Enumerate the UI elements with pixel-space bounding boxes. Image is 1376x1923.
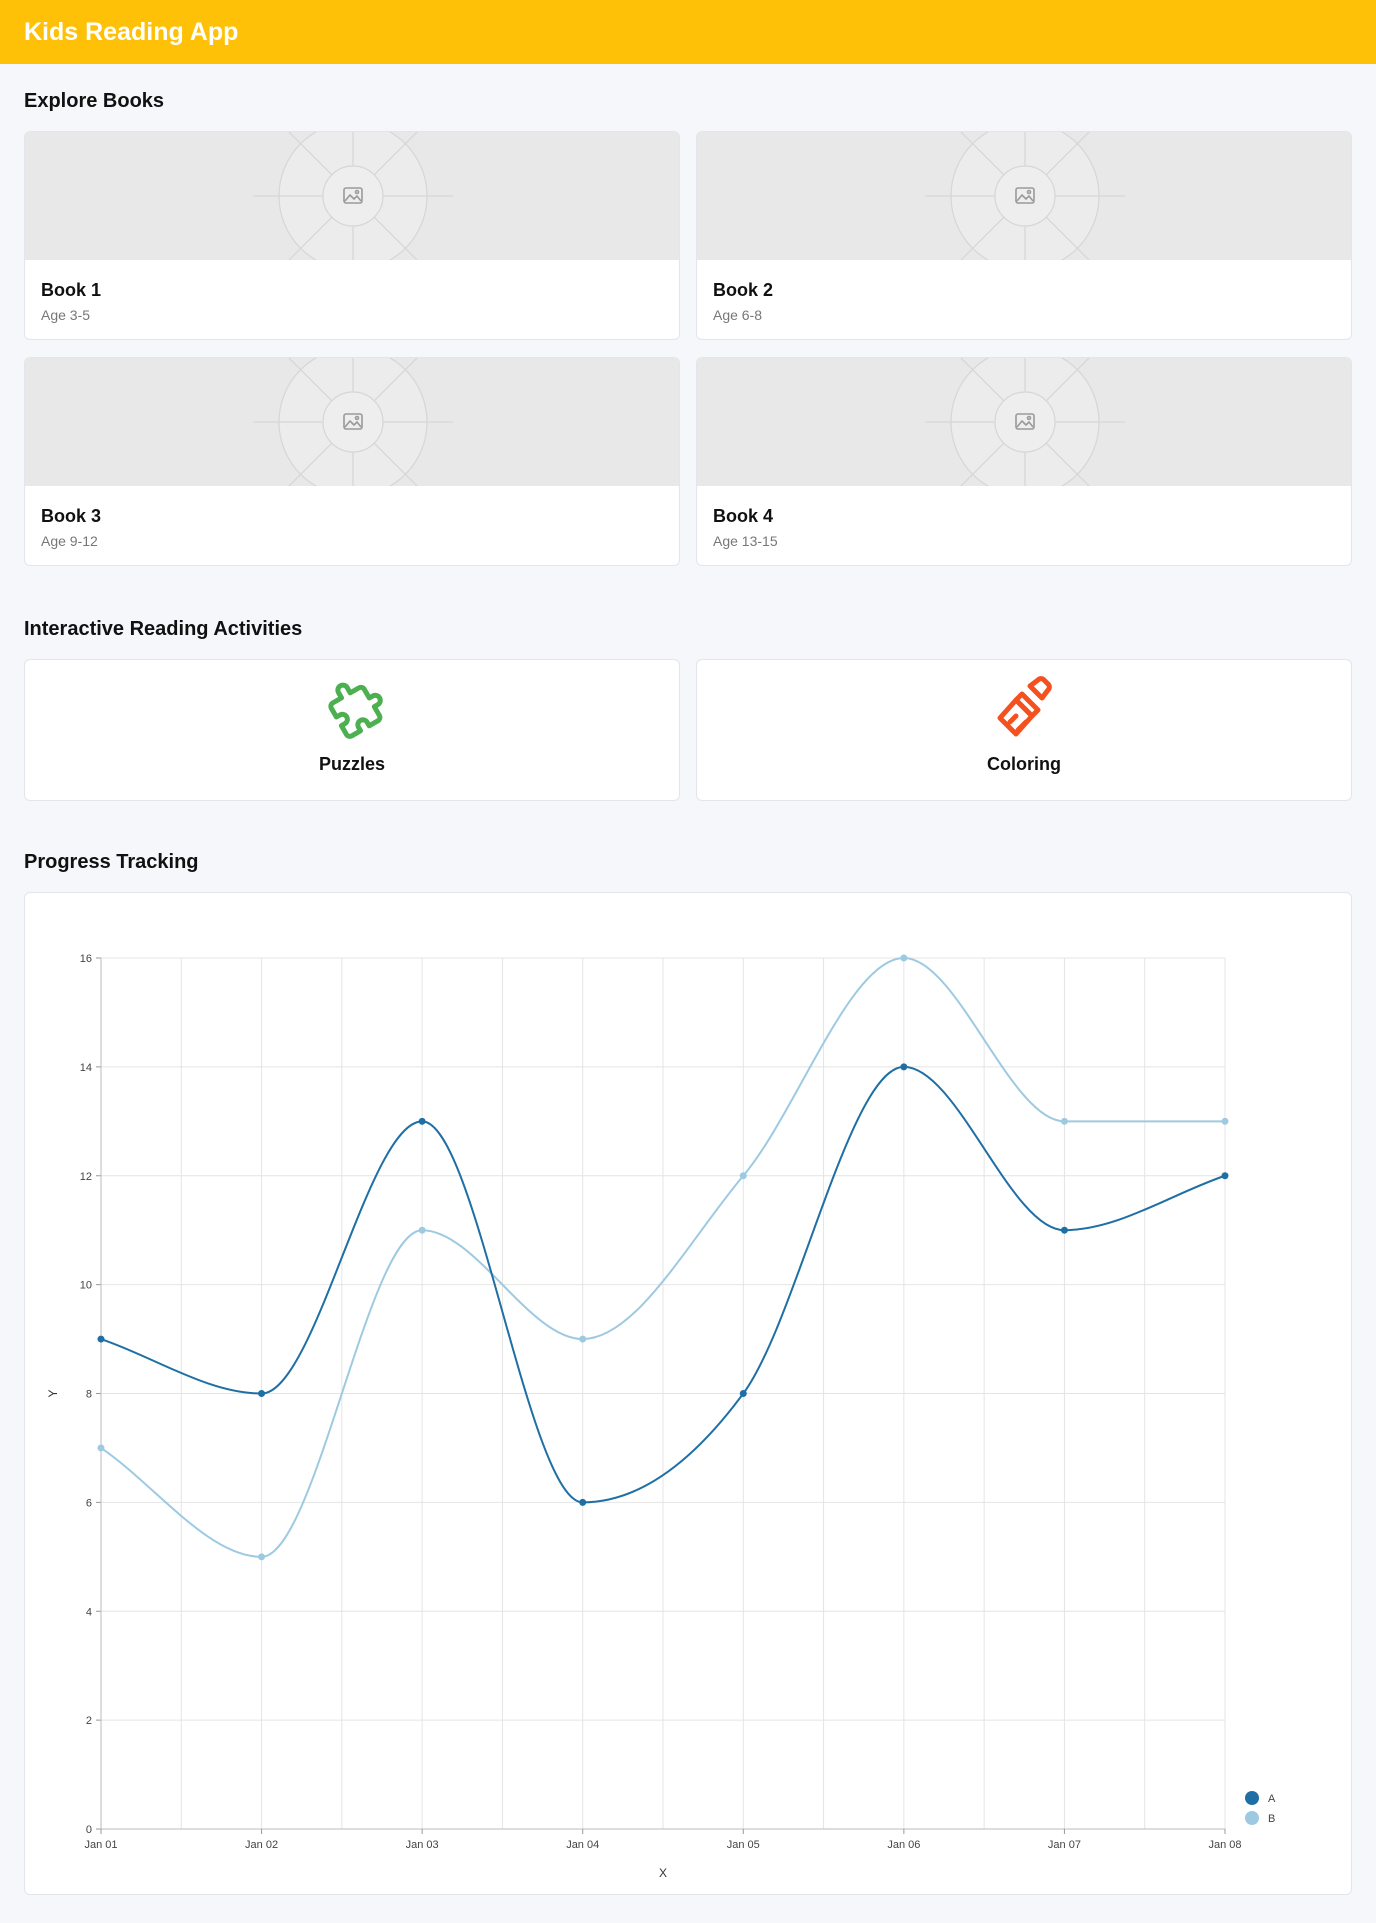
- x-tick-label: Jan 05: [727, 1839, 760, 1851]
- data-point-A: [1221, 1172, 1229, 1180]
- image-placeholder-icon: [925, 132, 1125, 260]
- y-tick-label: 14: [80, 1062, 92, 1074]
- y-axis-title: Y: [46, 1389, 60, 1397]
- y-tick-label: 6: [86, 1497, 92, 1509]
- app-header: Kids Reading App: [0, 0, 1376, 64]
- activity-label: Coloring: [987, 754, 1061, 774]
- data-point-A: [1060, 1226, 1068, 1234]
- x-tick-label: Jan 07: [1048, 1839, 1081, 1851]
- paintbrush-icon: [997, 676, 1052, 737]
- book-age: Age 13-15: [713, 533, 778, 549]
- book-title: Book 3: [41, 506, 102, 526]
- puzzle-icon: [328, 682, 383, 739]
- data-point-A: [97, 1335, 105, 1343]
- data-point-A: [900, 1063, 908, 1071]
- legend-label-B: B: [1268, 1813, 1275, 1825]
- data-point-B: [258, 1553, 266, 1561]
- activity-card-puzzles[interactable]: Puzzles: [24, 659, 680, 801]
- data-point-B: [1221, 1117, 1229, 1125]
- x-tick-label: Jan 08: [1208, 1839, 1241, 1851]
- data-point-A: [258, 1390, 266, 1397]
- image-placeholder-icon: [925, 358, 1125, 486]
- book-title: Book 1: [41, 280, 102, 300]
- data-point-B: [900, 954, 908, 962]
- activities-grid: Puzzles Coloring: [24, 659, 1352, 801]
- y-tick-label: 4: [86, 1606, 92, 1618]
- y-tick-label: 2: [86, 1715, 92, 1727]
- book-cover-image: [25, 132, 679, 260]
- image-placeholder-icon: [253, 358, 453, 486]
- activities-heading: Interactive Reading Activities: [24, 618, 303, 640]
- activity-label: Puzzles: [318, 754, 386, 774]
- progress-heading: Progress Tracking: [24, 851, 199, 873]
- book-cover-image: [697, 132, 1351, 260]
- books-grid: Book 1 Age 3-5 Book 2 Age 6-8 Book 3 Age…: [24, 131, 1352, 566]
- x-tick-label: Jan 03: [406, 1839, 439, 1851]
- x-tick-label: Jan 06: [887, 1839, 920, 1851]
- book-title: Book 2: [713, 280, 774, 300]
- x-tick-label: Jan 01: [84, 1839, 117, 1851]
- book-card-4[interactable]: Book 4 Age 13-15: [696, 357, 1352, 566]
- x-axis-title: X: [659, 1866, 667, 1880]
- book-card-3[interactable]: Book 3 Age 9-12: [24, 357, 680, 566]
- explore-books-heading: Explore Books: [24, 90, 165, 112]
- app-title: Kids Reading App: [24, 17, 239, 46]
- x-tick-label: Jan 04: [566, 1839, 599, 1851]
- progress-chart-card: 0 2 4 6 8 10 12 14 16 Jan 01 Jan 02 Jan 03 Jan 04 Jan…: [24, 892, 1352, 1895]
- book-card-2[interactable]: Book 2 Age 6-8: [696, 131, 1352, 340]
- y-tick-label: 8: [86, 1389, 92, 1401]
- data-point-B: [579, 1335, 587, 1343]
- data-point-B: [418, 1226, 426, 1234]
- data-point-B: [97, 1444, 105, 1452]
- book-age: Age 9-12: [41, 533, 98, 549]
- data-point-B: [739, 1172, 747, 1180]
- legend-swatch-B: [1245, 1811, 1259, 1825]
- progress-line-chart: 0 2 4 6 8 10 12 14 16 Jan 01 Jan 02 Jan 03 Jan 04 Jan…: [46, 953, 1276, 1880]
- book-cover-image: [25, 358, 679, 486]
- image-placeholder-icon: [253, 132, 453, 260]
- data-point-B: [1060, 1117, 1068, 1125]
- data-point-A: [739, 1390, 747, 1397]
- data-point-A: [418, 1117, 426, 1125]
- x-tick-label: Jan 02: [245, 1839, 278, 1851]
- book-card-1[interactable]: Book 1 Age 3-5: [24, 131, 680, 340]
- book-age: Age 6-8: [713, 307, 763, 323]
- book-age: Age 3-5: [41, 307, 91, 323]
- legend-label-A: A: [1268, 1793, 1276, 1805]
- y-tick-label: 0: [86, 1824, 92, 1836]
- book-cover-image: [697, 358, 1351, 486]
- y-tick-label: 12: [80, 1171, 92, 1183]
- y-tick-label: 10: [80, 1280, 92, 1292]
- legend-swatch-A: [1245, 1791, 1259, 1805]
- y-tick-label: 16: [80, 953, 92, 965]
- data-point-A: [579, 1498, 587, 1506]
- activity-card-coloring[interactable]: Coloring: [696, 659, 1352, 801]
- book-title: Book 4: [713, 506, 774, 526]
- main-content: Explore Books Book 1 Age 3-5 Book 2 Age …: [0, 90, 1376, 1895]
